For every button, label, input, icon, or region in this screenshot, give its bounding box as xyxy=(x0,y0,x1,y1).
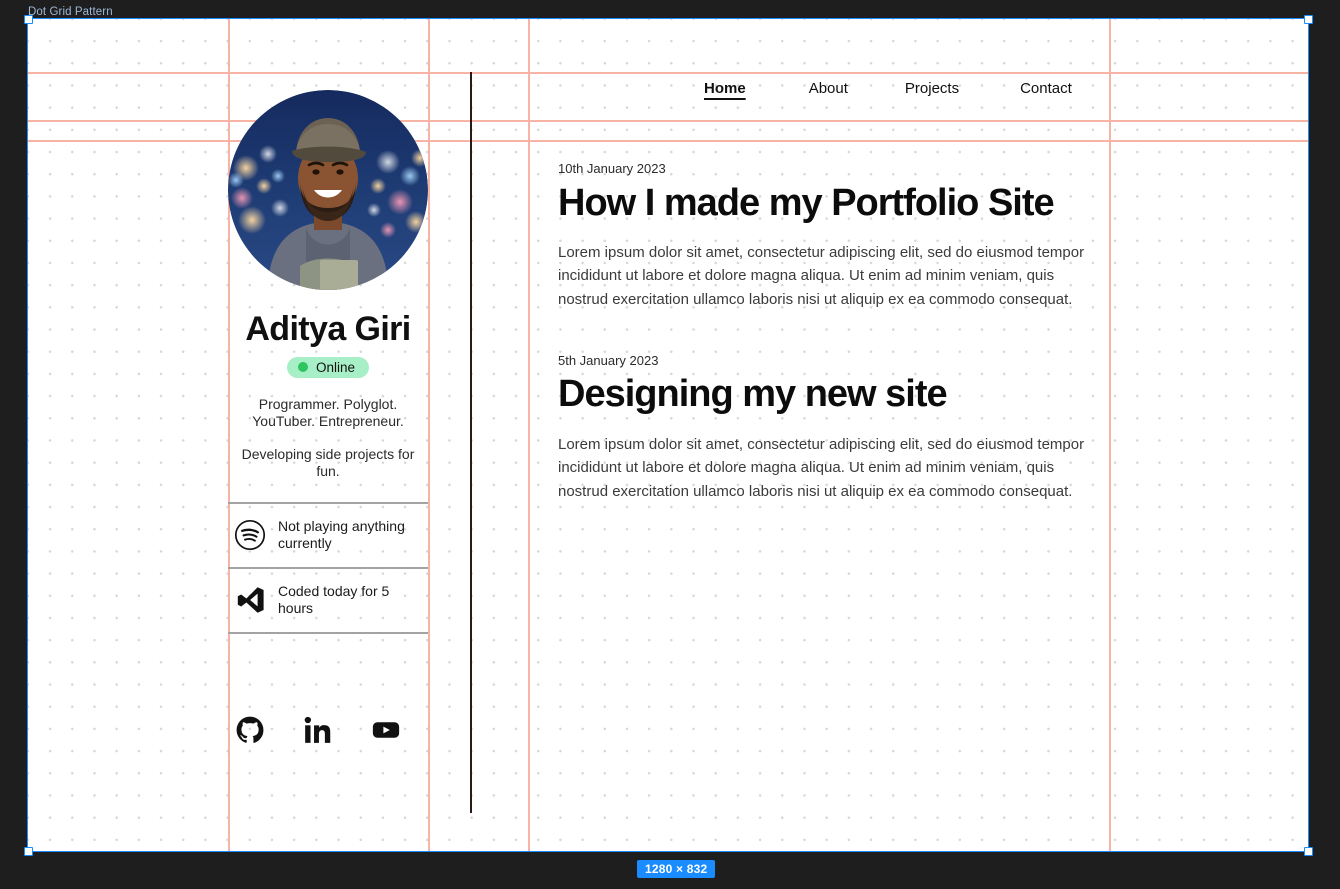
github-icon[interactable] xyxy=(236,716,264,744)
spotify-icon xyxy=(234,519,266,551)
nav-item-home[interactable]: Home xyxy=(704,81,746,96)
spotify-status-card[interactable]: Not playing anything currently xyxy=(228,504,428,567)
status-dot-icon xyxy=(297,362,308,373)
post-date: 5th January 2023 xyxy=(558,352,659,368)
guide-vertical xyxy=(1109,19,1111,851)
post-item[interactable]: 5th January 2023 Designing my new site L… xyxy=(558,353,1103,503)
bio-line-1: Programmer. Polyglot. YouTuber. Entrepre… xyxy=(252,396,404,430)
status-badge: Online xyxy=(286,356,370,379)
artboard-frame[interactable]: Aditya Giri Online Programmer. Polyglot.… xyxy=(27,18,1309,852)
main-navigation: Home About Projects Contact xyxy=(704,81,1072,96)
bio-line-2: Developing side projects for fun. xyxy=(241,446,415,480)
guide-horizontal xyxy=(28,72,1308,74)
selection-handle-top-left[interactable] xyxy=(24,15,33,24)
guide-vertical xyxy=(428,19,430,851)
frame-size-badge: 1280 × 832 xyxy=(637,860,716,878)
avatar xyxy=(228,90,428,290)
youtube-icon[interactable] xyxy=(372,716,400,744)
selection-handle-top-right[interactable] xyxy=(1304,15,1313,24)
guide-horizontal xyxy=(28,120,1308,122)
column-divider xyxy=(470,72,472,813)
post-title[interactable]: Designing my new site xyxy=(558,373,1103,416)
spotify-status-text: Not playing anything currently xyxy=(278,517,405,552)
linkedin-icon[interactable] xyxy=(304,716,332,744)
vscode-status-text: Coded today for 5 hours xyxy=(278,582,390,617)
selection-handle-bottom-right[interactable] xyxy=(1304,847,1313,856)
social-links xyxy=(228,716,428,744)
frame-name-label[interactable]: Dot Grid Pattern xyxy=(28,6,113,18)
vscode-status-card[interactable]: Coded today for 5 hours xyxy=(228,569,428,632)
post-list: 10th January 2023 How I made my Portfoli… xyxy=(558,161,1103,539)
post-body: Lorem ipsum dolor sit amet, consectetur … xyxy=(558,244,1085,308)
guide-horizontal xyxy=(28,140,1308,142)
nav-item-contact[interactable]: Contact xyxy=(1020,81,1072,96)
guide-vertical xyxy=(528,19,530,851)
selection-handle-bottom-left[interactable] xyxy=(24,847,33,856)
nav-item-about[interactable]: About xyxy=(809,81,848,96)
nav-item-projects[interactable]: Projects xyxy=(905,81,959,96)
post-title[interactable]: How I made my Portfolio Site xyxy=(558,182,1103,225)
divider xyxy=(228,631,428,634)
post-item[interactable]: 10th January 2023 How I made my Portfoli… xyxy=(558,161,1103,311)
vscode-icon xyxy=(234,584,266,616)
post-body: Lorem ipsum dolor sit amet, consectetur … xyxy=(558,436,1085,500)
page-title: Aditya Giri xyxy=(245,310,411,348)
status-label: Online xyxy=(315,359,356,375)
profile-sidebar: Aditya Giri Online Programmer. Polyglot.… xyxy=(228,72,428,744)
post-date: 10th January 2023 xyxy=(558,161,666,176)
